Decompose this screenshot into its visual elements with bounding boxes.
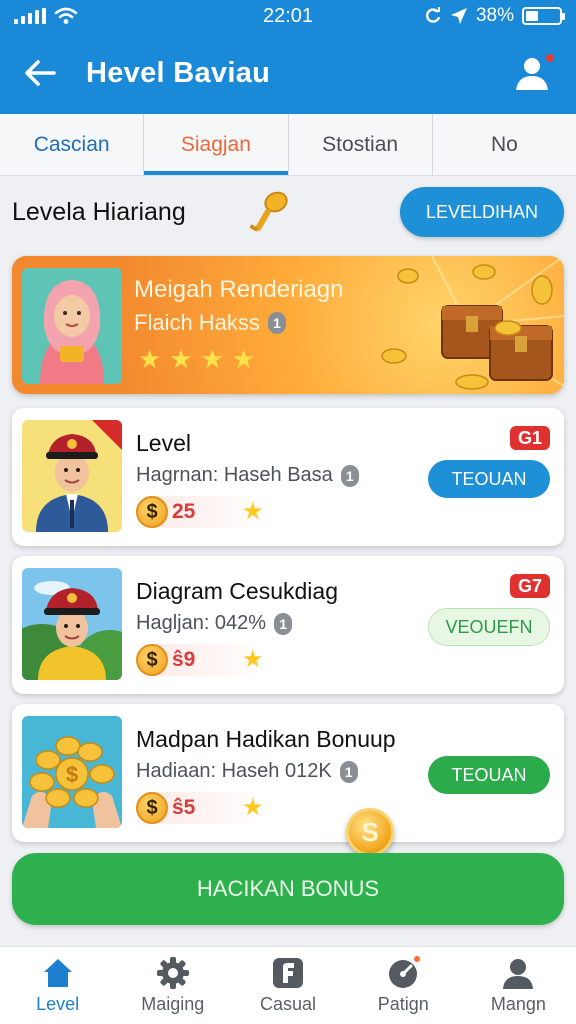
status-bar: 22:01 38%: [0, 0, 576, 32]
nav-item-maiging[interactable]: Maiging: [115, 947, 230, 1024]
nav-item-level[interactable]: Level: [0, 947, 115, 1024]
card-subtitle: Hagljan: 042%: [136, 612, 267, 634]
card-tag: G7: [509, 574, 550, 598]
nav-label: Mangn: [490, 994, 546, 1014]
tab-stostian[interactable]: Stostian: [289, 114, 433, 175]
reward-card[interactable]: Level Hagrnan: Haseh Basa 1 $ 25 ★ G1 TE…: [12, 408, 564, 546]
svg-text:$: $: [66, 762, 78, 787]
notification-dot: [412, 954, 423, 964]
treasure-chest-icon: [381, 256, 564, 390]
price-value: 25: [172, 500, 196, 523]
info-badge: 1: [267, 312, 286, 334]
reward-card[interactable]: Diagram Cesukdiag Hagljan: 042% 1 $ ŝ9 ★…: [12, 556, 564, 694]
app-bar: Hevel Baviau: [0, 32, 576, 114]
profile-button[interactable]: [514, 52, 556, 92]
nav-item-casual[interactable]: Casual: [230, 947, 345, 1024]
home-icon: [43, 959, 72, 987]
star-icon: ★: [138, 344, 162, 374]
card-tag: G1: [509, 426, 550, 450]
bonus-button[interactable]: HACIKAN BONUS: [12, 853, 564, 925]
price-pill: $ 25 ★: [136, 496, 266, 528]
battery-percent: 38%: [475, 5, 514, 26]
info-badge: 1: [274, 612, 293, 635]
bottom-nav: Level Maiging Casual Patign Mangn: [0, 946, 576, 1024]
key-icon: [249, 191, 288, 232]
star-icon: ★: [169, 344, 193, 374]
tab-cascian[interactable]: Cascian: [0, 114, 145, 175]
user-icon: [503, 959, 534, 989]
card-subtitle-row: Hagljan: 042% 1: [136, 612, 293, 635]
card-title: Diagram Cesukdiag: [136, 578, 338, 604]
info-badge: 1: [339, 760, 358, 783]
star-icon: ★: [242, 646, 264, 673]
gear-icon: [156, 957, 189, 989]
alarm-icon: [386, 954, 423, 990]
promo-banner[interactable]: Meigah Renderiagn Flaich Hakss 1 ★ ★ ★ ★: [12, 256, 564, 394]
banner-subtitle-row: Flaich Hakss 1: [134, 310, 286, 336]
card-thumbnail: $: [22, 716, 122, 828]
tab-no[interactable]: No: [433, 114, 576, 175]
card-title: Madpan Hadikan Bonuup: [136, 726, 396, 752]
dollar-coin-icon: $: [136, 644, 168, 676]
star-icon: ★: [242, 794, 264, 821]
banner-subtitle: Flaich Hakss: [134, 310, 260, 335]
wifi-icon: [54, 7, 78, 24]
f-app-icon: [273, 958, 303, 988]
arrow-left-icon: [25, 60, 56, 86]
card-subtitle: Hagrnan: Haseh Basa: [136, 464, 333, 486]
sync-icon: [426, 7, 441, 23]
info-badge: 1: [340, 464, 359, 487]
tab-bar: Cascian Siagjan Stostian No: [0, 114, 576, 176]
card-title: Level: [136, 430, 191, 456]
price-pill: $ ŝ5 ★: [136, 792, 266, 824]
reward-card[interactable]: $ Madpan Hadikan Bonuup Hadiaan: Haseh 0…: [12, 704, 564, 842]
nav-label: Level: [36, 994, 80, 1014]
card-action-button[interactable]: VEOUEFN: [428, 608, 550, 646]
card-thumbnail: [22, 568, 122, 680]
tab-siagjan[interactable]: Siagjan: [144, 114, 289, 175]
nav-label: Patign: [377, 994, 429, 1014]
banner-title: Meigah Renderiagn: [134, 276, 344, 303]
banner-stars: ★ ★ ★ ★: [138, 344, 255, 375]
star-icon: ★: [242, 498, 264, 525]
back-button[interactable]: [20, 53, 60, 93]
card-action-button[interactable]: TEOUAN: [428, 460, 550, 498]
coin-icon: S: [346, 808, 394, 856]
location-icon: [450, 8, 467, 24]
banner-avatar: [22, 268, 122, 384]
notification-dot: [544, 52, 556, 64]
section-header: Levela Hiariang LEVELDIHAN: [0, 182, 576, 242]
price-value: ŝ9: [172, 648, 196, 671]
card-thumbnail: [22, 420, 122, 532]
level-button[interactable]: LEVELDIHAN: [400, 187, 564, 237]
dollar-coin-icon: $: [136, 496, 168, 528]
card-subtitle: Hadiaan: Haseh 012K: [136, 760, 332, 782]
card-subtitle-row: Hagrnan: Haseh Basa 1: [136, 464, 359, 487]
star-icon: ★: [231, 344, 256, 374]
price-value: ŝ5: [172, 796, 196, 819]
section-title: Levela Hiariang: [12, 197, 186, 226]
card-subtitle-row: Hadiaan: Haseh 012K 1: [136, 760, 358, 783]
nav-item-patign[interactable]: Patign: [346, 947, 461, 1024]
battery-icon: [522, 7, 565, 25]
star-icon: ★: [200, 344, 224, 374]
card-action-button[interactable]: TEOUAN: [428, 756, 550, 794]
price-pill: $ ŝ9 ★: [136, 644, 266, 676]
dollar-coin-icon: $: [136, 792, 168, 824]
page-title: Hevel Baviau: [86, 56, 271, 89]
nav-label: Maiging: [141, 994, 205, 1014]
nav-label: Casual: [259, 994, 317, 1014]
signal-icon: [14, 8, 46, 24]
nav-item-mangn[interactable]: Mangn: [461, 947, 576, 1024]
